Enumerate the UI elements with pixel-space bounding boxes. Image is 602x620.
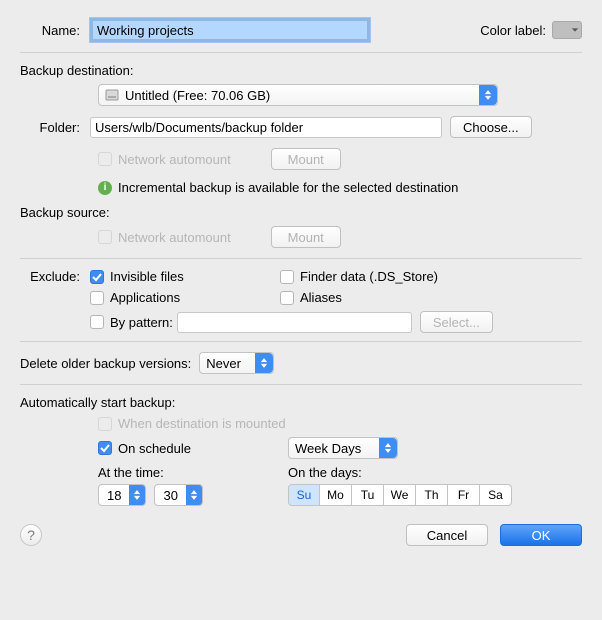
aliases-label: Aliases bbox=[300, 290, 342, 305]
day-mo[interactable]: Mo bbox=[320, 484, 352, 506]
hours-value: 18 bbox=[99, 485, 129, 505]
destination-drive-text: Untitled (Free: 70.06 GB) bbox=[125, 88, 270, 103]
minutes-value: 30 bbox=[155, 485, 185, 505]
finder-data-label: Finder data (.DS_Store) bbox=[300, 269, 438, 284]
pattern-select-button: Select... bbox=[420, 311, 493, 333]
pattern-input[interactable] bbox=[177, 312, 412, 333]
name-label: Name: bbox=[20, 23, 90, 38]
backup-destination-label: Backup destination: bbox=[20, 63, 582, 78]
hours-stepper[interactable]: 18 bbox=[98, 484, 146, 506]
delete-older-value: Never bbox=[206, 356, 241, 371]
invisible-files-checkbox[interactable] bbox=[90, 270, 104, 284]
src-automount-label: Network automount bbox=[118, 230, 231, 245]
on-schedule-checkbox[interactable] bbox=[98, 441, 112, 455]
dest-automount-label: Network automount bbox=[118, 152, 231, 167]
updown-icon bbox=[129, 485, 145, 505]
cancel-button[interactable]: Cancel bbox=[406, 524, 488, 546]
day-fr[interactable]: Fr bbox=[448, 484, 480, 506]
incremental-info-text: Incremental backup is available for the … bbox=[118, 180, 458, 195]
chevron-down-icon bbox=[571, 26, 579, 34]
at-time-label: At the time: bbox=[98, 465, 288, 480]
ok-button[interactable]: OK bbox=[500, 524, 582, 546]
backup-source-label: Backup source: bbox=[20, 205, 582, 220]
color-label: Color label: bbox=[480, 23, 546, 38]
day-we[interactable]: We bbox=[384, 484, 416, 506]
destination-drive-popup[interactable]: Untitled (Free: 70.06 GB) bbox=[98, 84, 498, 106]
day-th[interactable]: Th bbox=[416, 484, 448, 506]
dest-automount-checkbox bbox=[98, 152, 112, 166]
finder-data-checkbox[interactable] bbox=[280, 270, 294, 284]
info-icon: i bbox=[98, 181, 112, 195]
folder-input[interactable] bbox=[90, 117, 442, 138]
src-mount-button: Mount bbox=[271, 226, 341, 248]
aliases-checkbox[interactable] bbox=[280, 291, 294, 305]
updown-icon bbox=[379, 438, 397, 458]
src-automount-checkbox bbox=[98, 230, 112, 244]
exclude-label: Exclude: bbox=[20, 269, 90, 284]
updown-icon bbox=[479, 85, 497, 105]
invisible-files-label: Invisible files bbox=[110, 269, 184, 284]
by-pattern-checkbox[interactable] bbox=[90, 315, 104, 329]
delete-older-label: Delete older backup versions: bbox=[20, 356, 191, 371]
choose-folder-button[interactable]: Choose... bbox=[450, 116, 532, 138]
by-pattern-label: By pattern: bbox=[110, 315, 173, 330]
day-su[interactable]: Su bbox=[288, 484, 320, 506]
when-mounted-label: When destination is mounted bbox=[118, 416, 286, 431]
when-mounted-checkbox bbox=[98, 417, 112, 431]
on-schedule-label: On schedule bbox=[118, 441, 191, 456]
help-button[interactable]: ? bbox=[20, 524, 42, 546]
updown-icon bbox=[186, 485, 202, 505]
folder-label: Folder: bbox=[20, 120, 90, 135]
schedule-type-popup[interactable]: Week Days bbox=[288, 437, 398, 459]
minutes-stepper[interactable]: 30 bbox=[154, 484, 202, 506]
day-selector[interactable]: Su Mo Tu We Th Fr Sa bbox=[288, 484, 512, 506]
applications-checkbox[interactable] bbox=[90, 291, 104, 305]
delete-older-popup[interactable]: Never bbox=[199, 352, 274, 374]
dest-mount-button: Mount bbox=[271, 148, 341, 170]
on-days-label: On the days: bbox=[288, 465, 362, 480]
day-tu[interactable]: Tu bbox=[352, 484, 384, 506]
day-sa[interactable]: Sa bbox=[480, 484, 512, 506]
applications-label: Applications bbox=[110, 290, 180, 305]
updown-icon bbox=[255, 353, 273, 373]
auto-start-label: Automatically start backup: bbox=[20, 395, 582, 410]
color-label-picker[interactable] bbox=[552, 21, 582, 39]
schedule-type-value: Week Days bbox=[295, 441, 361, 456]
disk-icon bbox=[105, 88, 119, 102]
name-input[interactable]: Working projects bbox=[90, 18, 370, 42]
